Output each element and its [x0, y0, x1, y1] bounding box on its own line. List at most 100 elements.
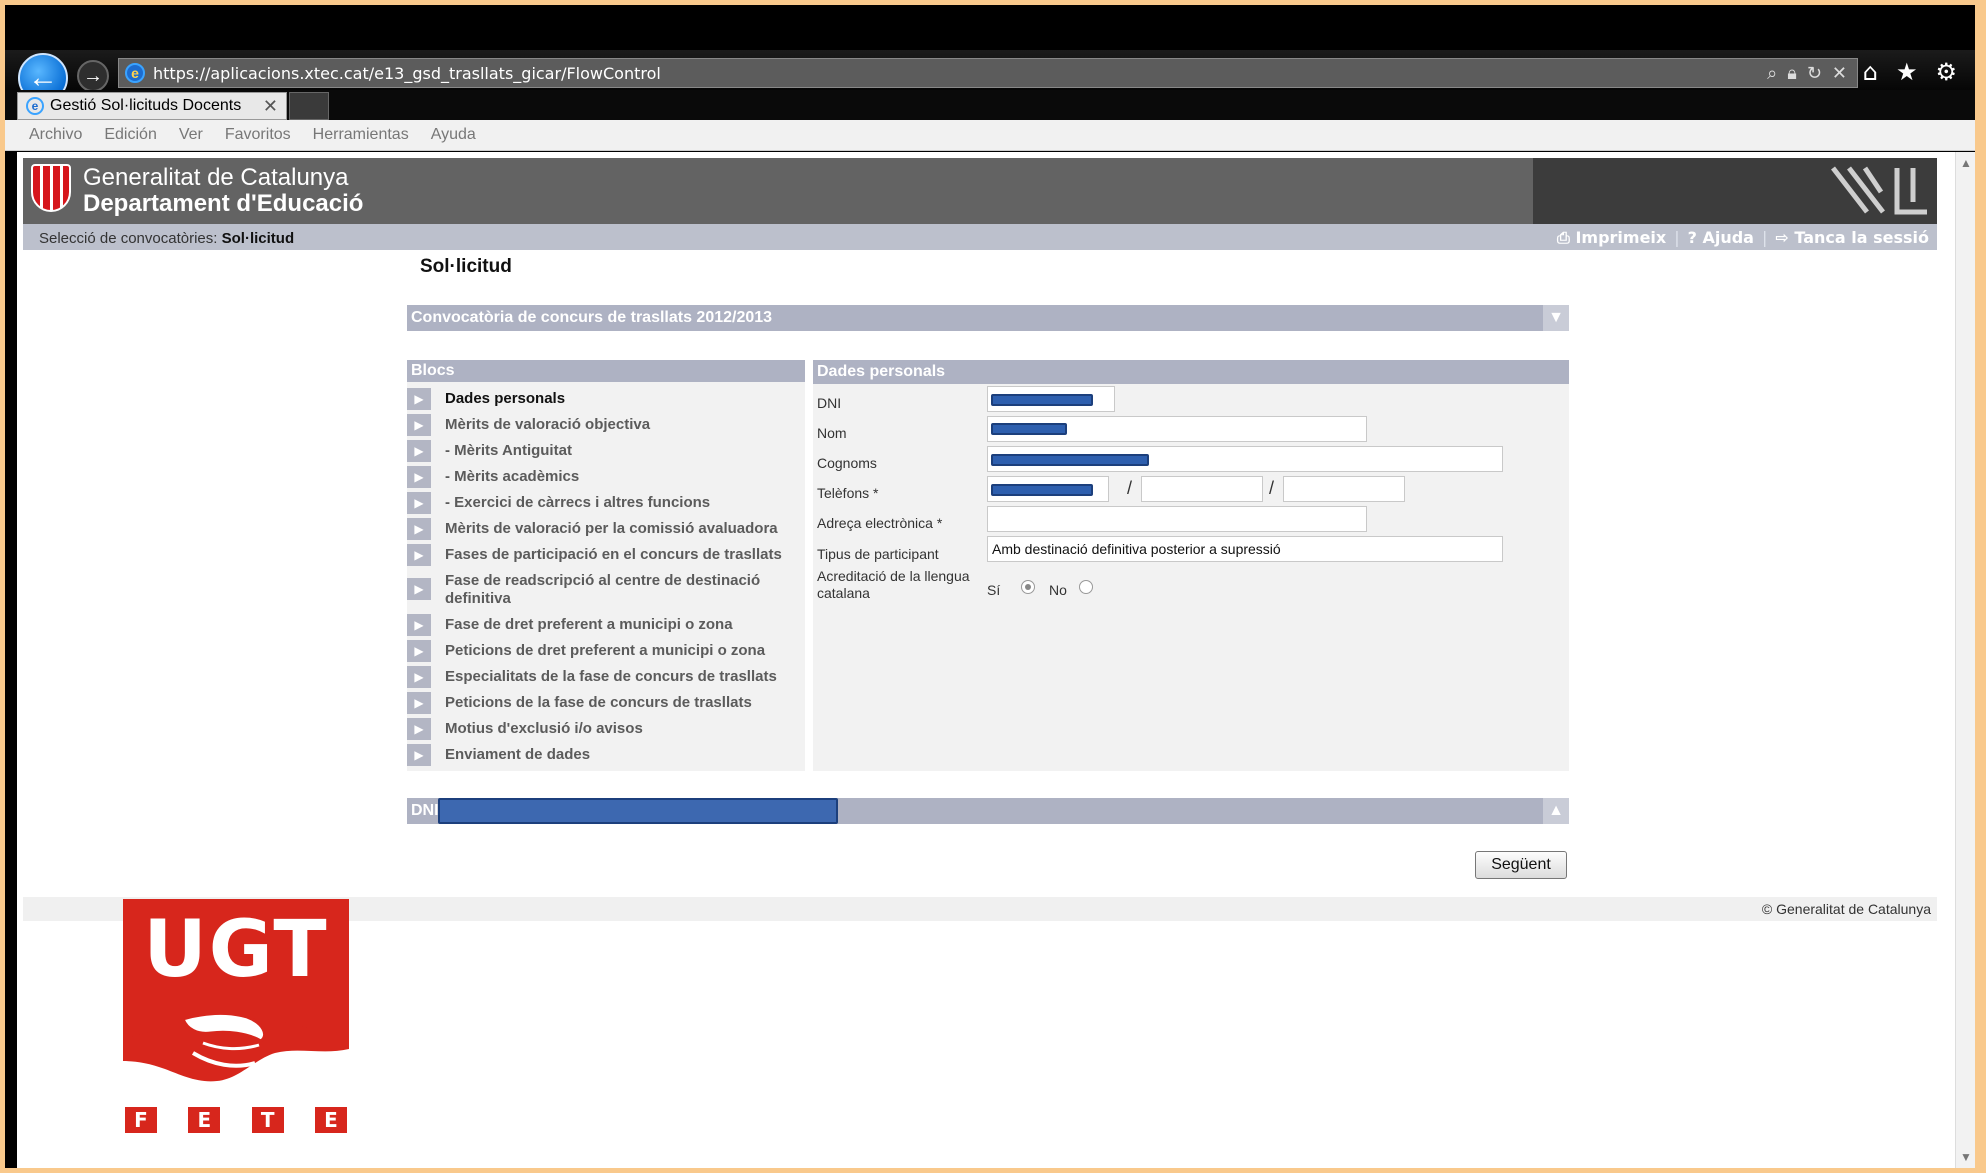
redaction-block: [991, 454, 1149, 466]
bloc-item[interactable]: ▶ Mèrits de valoració objectiva: [407, 414, 805, 436]
bloc-item[interactable]: ▶ - Mèrits acadèmics: [407, 466, 805, 488]
address-url[interactable]: https://aplicacions.xtec.cat/e13_gsd_tra…: [153, 64, 661, 83]
bloc-item[interactable]: ▶ Fase de dret preferent a municipi o zon…: [407, 614, 805, 636]
bloc-item[interactable]: ▶ Dades personals: [407, 388, 805, 410]
bloc-item[interactable]: ▶ Mèrits de valoració per la comissió ava…: [407, 518, 805, 540]
menu-ver[interactable]: Ver: [179, 126, 203, 144]
telefon-3-field[interactable]: [1283, 476, 1405, 502]
bloc-label: Especialitats de la fase de concurs de t…: [445, 668, 777, 685]
bloc-item[interactable]: ▶ Fase de readscripció al centre de desti…: [407, 570, 805, 608]
convocatoria-bar[interactable]: Convocatòria de concurs de trasllats 201…: [407, 305, 1569, 331]
page-viewport: Generalitat de Catalunya Departament d'E…: [17, 152, 1955, 1168]
department-name: Departament d'Educació: [83, 190, 364, 217]
help-label: Ajuda: [1702, 228, 1754, 247]
menu-archivo[interactable]: Archivo: [29, 126, 82, 144]
print-link[interactable]: ⎙ Imprimeix: [1557, 228, 1666, 248]
telefon-2-field[interactable]: [1141, 476, 1263, 502]
play-arrow-icon: ▶: [407, 578, 431, 600]
convocatoria-title: Convocatòria de concurs de trasllats 201…: [411, 309, 773, 326]
bloc-label: Dades personals: [445, 390, 566, 407]
tipus-label: Tipus de participant: [817, 546, 939, 562]
bloc-item[interactable]: ▶ Enviament de dades: [407, 744, 805, 766]
tab-bar: e Gestió Sol·licituds Docents ✕: [5, 90, 1975, 120]
breadcrumb-prefix[interactable]: Selecció de convocatòries:: [39, 230, 217, 247]
new-tab-button[interactable]: [289, 92, 329, 120]
address-tools: ⌕ 🔒︎ ↻ ✕: [1767, 63, 1847, 84]
browser-toolbar-right: ⌂ ★ ⚙: [1863, 58, 1957, 86]
refresh-icon[interactable]: ↻: [1807, 63, 1822, 84]
dni-label: DNI: [817, 395, 842, 411]
bloc-item[interactable]: ▶ Peticions de la fase de concurs de tras…: [407, 692, 805, 714]
menu-ayuda[interactable]: Ayuda: [431, 126, 476, 144]
bloc-label: Peticions de dret preferent a municipi o…: [445, 642, 766, 659]
email-label: Adreça electrònica *: [817, 515, 943, 531]
home-icon[interactable]: ⌂: [1863, 58, 1878, 86]
generalitat-logo: [31, 164, 71, 212]
dades-personals-panel: Dades personals DNI Nom Cognoms Telèfons…: [813, 360, 1569, 771]
fete-letters: F E T E: [125, 1107, 347, 1133]
ie-page-icon: e: [125, 63, 145, 83]
play-arrow-icon: ▶: [407, 492, 431, 514]
redaction-block: [438, 798, 838, 824]
bloc-item[interactable]: ▶ Especialitats de la fase de concurs de …: [407, 666, 805, 688]
bloc-item[interactable]: ▶ Motius d'exclusió i/o avisos: [407, 718, 805, 740]
radio-no[interactable]: [1079, 580, 1093, 594]
radio-si[interactable]: [1021, 580, 1035, 594]
play-arrow-icon: ▶: [407, 518, 431, 540]
bloc-item[interactable]: ▶ Fases de participació en el concurs de …: [407, 544, 805, 566]
ugt-fete-logo: UGT F E T E: [123, 899, 349, 1139]
ie-tab-icon: e: [26, 97, 44, 115]
vertical-scrollbar[interactable]: ▲ ▼: [1955, 152, 1975, 1168]
chevron-up-icon[interactable]: ▲: [1543, 798, 1569, 824]
next-button[interactable]: Següent: [1475, 851, 1567, 879]
play-arrow-icon: ▶: [407, 666, 431, 688]
favorites-star-icon[interactable]: ★: [1896, 58, 1918, 86]
gear-icon[interactable]: ⚙: [1935, 58, 1957, 86]
redaction-block: [991, 423, 1067, 435]
bloc-item[interactable]: ▶ - Exercici de càrrecs i altres funcions: [407, 492, 805, 514]
bloc-label: Peticions de la fase de concurs de trasl…: [445, 694, 752, 711]
radio-no-label: No: [1049, 582, 1067, 598]
forward-button[interactable]: →: [77, 60, 109, 92]
scroll-down-arrow-icon[interactable]: ▼: [1960, 1150, 1972, 1164]
help-link[interactable]: ? Ajuda: [1688, 228, 1754, 248]
close-icon[interactable]: ✕: [1832, 63, 1847, 84]
handshake-icon: [123, 1011, 349, 1082]
org-name: Generalitat de Catalunya: [83, 164, 349, 191]
fete-letter: F: [125, 1107, 157, 1133]
bloc-item[interactable]: ▶ Peticions de dret preferent a municipi …: [407, 640, 805, 662]
header-emblem-area: [1533, 158, 1937, 224]
chevron-down-icon[interactable]: ▼: [1543, 305, 1569, 331]
breadcrumb: Selecció de convocatòries: Sol·licitud: [39, 230, 294, 247]
phone-separator: /: [1269, 478, 1275, 498]
tipus-field[interactable]: Amb destinació definitiva posterior a su…: [987, 536, 1503, 562]
dades-header: Dades personals: [813, 360, 1569, 384]
play-arrow-icon: ▶: [407, 388, 431, 410]
search-icon[interactable]: ⌕: [1767, 63, 1777, 84]
phone-separator: /: [1127, 478, 1133, 498]
logout-label: Tanca la sessió: [1794, 228, 1929, 247]
menu-favoritos[interactable]: Favoritos: [225, 126, 291, 144]
logout-link[interactable]: ⇨ Tanca la sessió: [1775, 228, 1929, 248]
menu-edicion[interactable]: Edición: [104, 126, 156, 144]
bloc-label: - Exercici de càrrecs i altres funcions: [445, 494, 711, 511]
scroll-up-arrow-icon[interactable]: ▲: [1960, 156, 1972, 170]
play-arrow-icon: ▶: [407, 718, 431, 740]
tab-close-icon[interactable]: ✕: [263, 96, 278, 117]
bloc-label: - Mèrits Antiguitat: [445, 442, 572, 459]
help-icon: ?: [1687, 228, 1697, 247]
bloc-label: Fase de readscripció al centre de destin…: [445, 572, 761, 607]
bloc-label: Motius d'exclusió i/o avisos: [445, 720, 643, 737]
bloc-label: - Mèrits acadèmics: [445, 468, 580, 485]
bloc-label: Fases de participació en el concurs de t…: [445, 546, 782, 563]
menu-bar: Archivo Edición Ver Favoritos Herramient…: [5, 120, 1975, 151]
menu-herramientas[interactable]: Herramientas: [313, 126, 409, 144]
tab-active[interactable]: e Gestió Sol·licituds Docents ✕: [17, 92, 287, 120]
navigation-bar: ← → e https://aplicacions.xtec.cat/e13_g…: [5, 50, 1975, 103]
bloc-label: Enviament de dades: [445, 746, 591, 763]
email-field[interactable]: [987, 506, 1367, 532]
address-bar[interactable]: e https://aplicacions.xtec.cat/e13_gsd_t…: [118, 58, 1858, 88]
bloc-item[interactable]: ▶ - Mèrits Antiguitat: [407, 440, 805, 462]
lock-icon[interactable]: 🔒︎: [1787, 63, 1797, 84]
play-arrow-icon: ▶: [407, 744, 431, 766]
